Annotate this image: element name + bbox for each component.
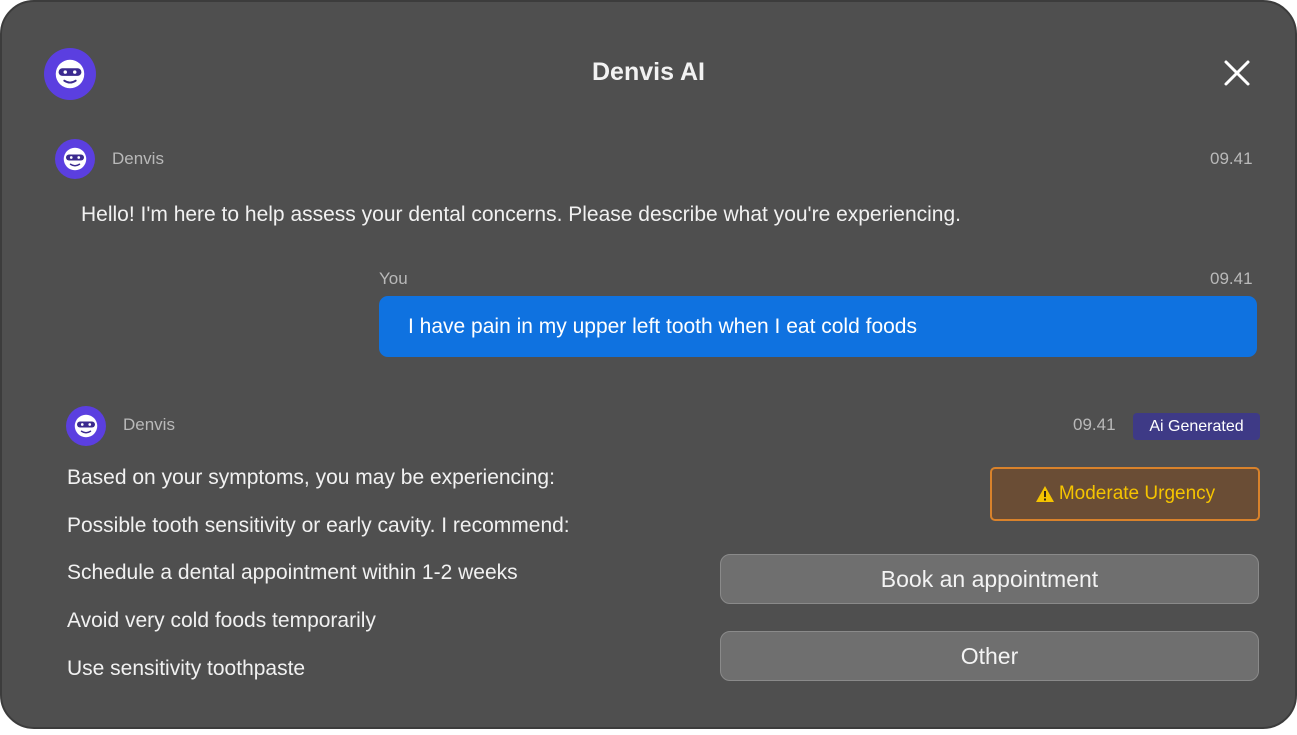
- message-time: 09.41: [1073, 415, 1116, 434]
- other-button[interactable]: Other: [720, 631, 1259, 681]
- message-time: 09.41: [1210, 149, 1253, 168]
- close-icon: [1224, 60, 1250, 86]
- robot-avatar-icon: [74, 414, 98, 438]
- response-line: Based on your symptoms, you may be exper…: [67, 466, 555, 489]
- user-message-text: I have pain in my upper left tooth when …: [408, 314, 917, 338]
- sender-name: You: [379, 269, 408, 288]
- response-line: Schedule a dental appointment within 1-2…: [67, 561, 518, 584]
- ai-generated-badge: Ai Generated: [1133, 413, 1260, 440]
- message-time: 09.41: [1210, 269, 1253, 288]
- sender-name: Denvis: [123, 415, 175, 434]
- urgency-indicator: Moderate Urgency: [990, 467, 1260, 521]
- page-title: Denvis AI: [591, 58, 705, 86]
- bot-avatar: [55, 139, 95, 179]
- user-message-bubble: I have pain in my upper left tooth when …: [379, 296, 1257, 357]
- response-line: Possible tooth sensitivity or early cavi…: [67, 514, 570, 537]
- button-label: Other: [960, 642, 1019, 669]
- bot-avatar: [66, 406, 106, 446]
- button-label: Book an appointment: [880, 565, 1099, 592]
- sender-name: Denvis: [112, 149, 164, 168]
- response-line: Use sensitivity toothpaste: [67, 657, 306, 680]
- bot-message-text: Hello! I'm here to help assess your dent…: [81, 203, 961, 226]
- close-button[interactable]: [1220, 56, 1254, 90]
- warning-icon: [1035, 486, 1054, 502]
- chat-window: Denvis AI Denvis 09.41 Hello! I'm here t…: [0, 0, 1297, 729]
- robot-avatar-icon: [63, 147, 87, 171]
- urgency-label: Moderate Urgency: [1058, 483, 1216, 504]
- response-line: Avoid very cold foods temporarily: [67, 609, 376, 632]
- book-appointment-button[interactable]: Book an appointment: [720, 554, 1259, 604]
